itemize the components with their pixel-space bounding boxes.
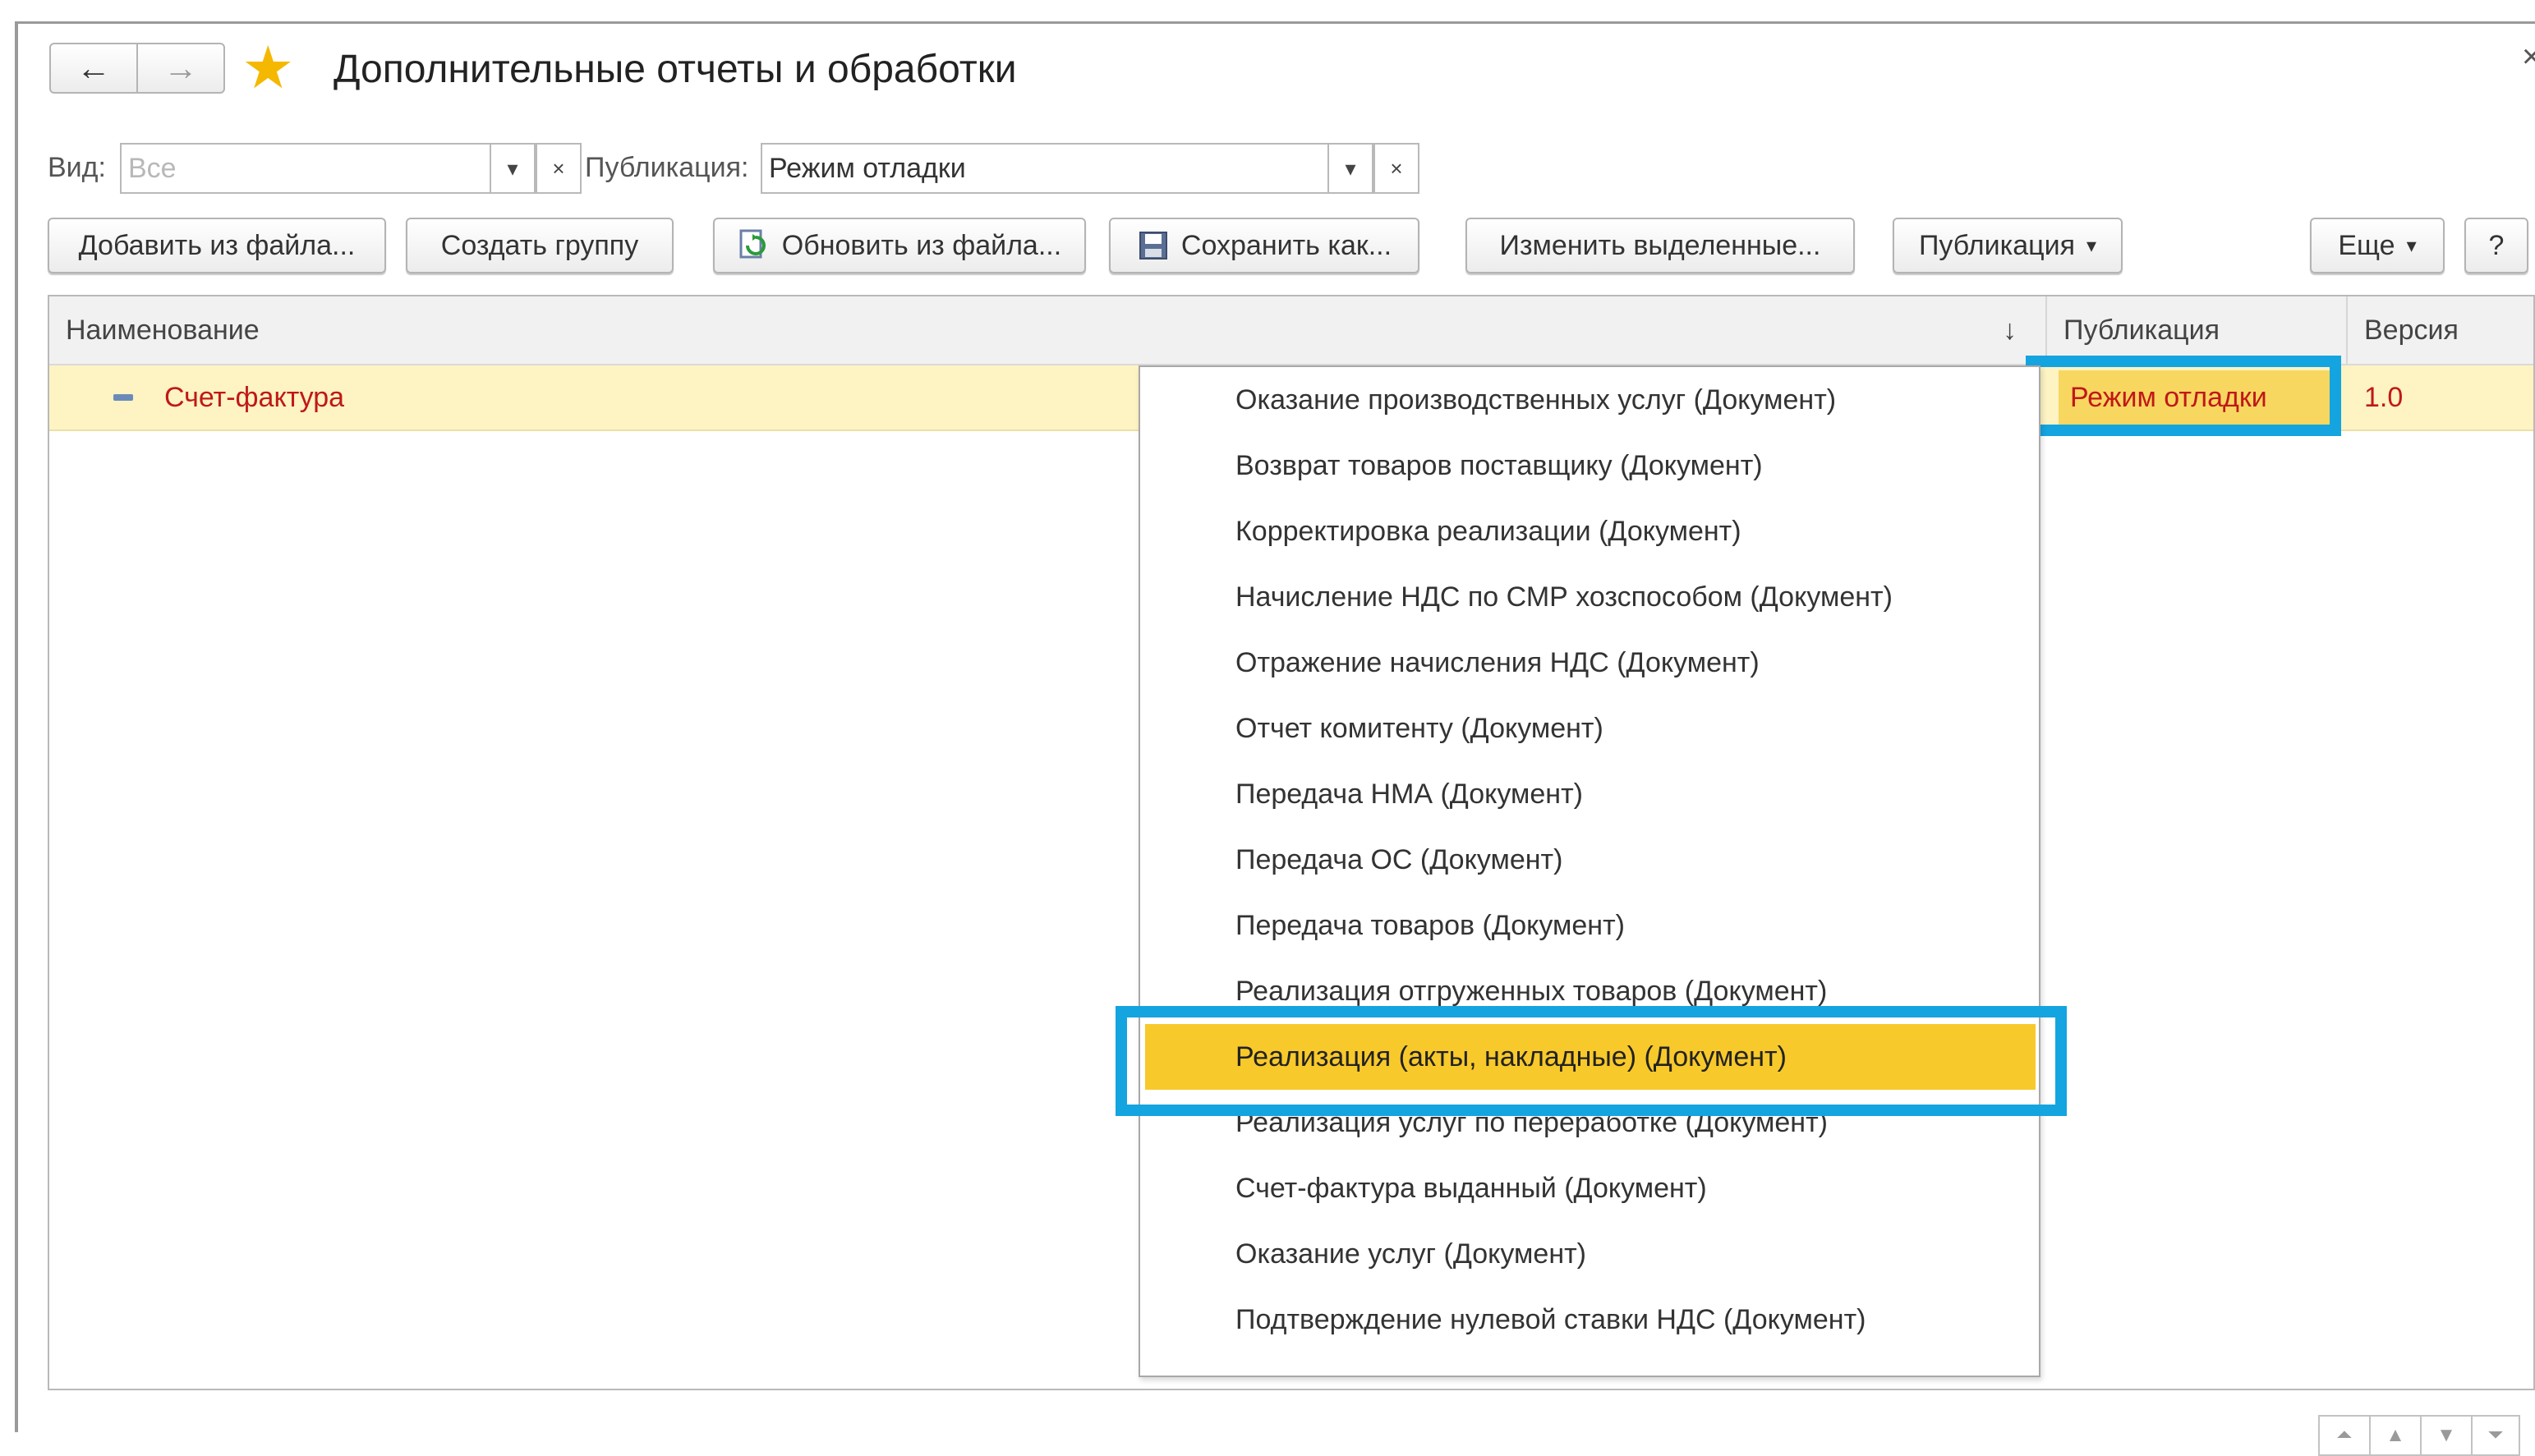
- column-header-version[interactable]: Версия: [2348, 296, 2535, 364]
- scroll-up-button[interactable]: ▲: [2369, 1415, 2422, 1456]
- kind-clear-button[interactable]: ×: [536, 143, 582, 194]
- create-group-label: Создать группу: [440, 229, 639, 261]
- column-header-version-label: Версия: [2364, 314, 2459, 346]
- navigation-buttons: ← →: [49, 43, 227, 94]
- scroll-first-button[interactable]: ⏶: [2318, 1415, 2371, 1456]
- publication-menu-label: Публикация: [1918, 229, 2075, 261]
- selected-item-highlight: [1116, 1006, 2067, 1116]
- column-header-publication[interactable]: Публикация: [2047, 296, 2346, 364]
- favorite-star-icon[interactable]: ★: [242, 39, 295, 98]
- kind-dropdown-button[interactable]: ▾: [490, 143, 536, 194]
- publication-label: Публикация:: [585, 152, 749, 183]
- dropdown-item[interactable]: Оказание услуг (Документ): [1140, 1221, 2039, 1287]
- column-header-name-label: Наименование: [66, 314, 260, 346]
- publication-field[interactable]: Режим отладки: [761, 143, 1329, 194]
- reports-window: ← → ★ Дополнительные отчеты и обработки …: [18, 24, 2535, 1456]
- column-header-name[interactable]: Наименование: [49, 296, 2045, 364]
- scroll-down-button[interactable]: ▼: [2420, 1415, 2473, 1456]
- more-menu-label: Еще: [2338, 229, 2395, 261]
- chevron-down-icon: ▾: [1345, 155, 1356, 181]
- publication-menu-button[interactable]: Публикация ▾: [1893, 218, 2123, 273]
- dropdown-item[interactable]: Счет-фактура выданный (Документ): [1140, 1155, 2039, 1221]
- kind-field[interactable]: Все: [120, 143, 491, 194]
- dropdown-item[interactable]: Корректировка реализации (Документ): [1140, 498, 2039, 564]
- scroll-last-icon: ⏷: [2487, 1424, 2504, 1446]
- dropdown-item[interactable]: Передача ОС (Документ): [1140, 827, 2039, 893]
- add-from-file-button[interactable]: Добавить из файла...: [48, 218, 386, 273]
- publication-clear-button[interactable]: ×: [1373, 143, 1419, 194]
- dropdown-item[interactable]: Начисление НДС по СМР хозспособом (Докум…: [1140, 564, 2039, 630]
- save-as-label: Сохранить как...: [1180, 229, 1392, 261]
- dropdown-item[interactable]: Подтверждение нулевой ставки НДС (Докуме…: [1140, 1287, 2039, 1353]
- scroll-up-icon: ▲: [2385, 1424, 2405, 1446]
- add-from-file-label: Добавить из файла...: [78, 229, 356, 261]
- arrow-right-icon: →: [163, 48, 198, 87]
- save-as-button[interactable]: Сохранить как...: [1109, 218, 1419, 273]
- clear-icon: ×: [552, 155, 565, 181]
- update-from-file-button[interactable]: Обновить из файла...: [713, 218, 1086, 273]
- dropdown-item[interactable]: Оказание производственных услуг (Докумен…: [1140, 367, 2039, 433]
- dropdown-item[interactable]: Отражение начисления НДС (Документ): [1140, 630, 2039, 696]
- dropdown-item[interactable]: Передача НМА (Документ): [1140, 761, 2039, 827]
- row-version-cell: 1.0: [2364, 381, 2404, 413]
- more-menu-button[interactable]: Еще ▾: [2310, 218, 2445, 273]
- window-title: Дополнительные отчеты и обработки: [334, 48, 1017, 91]
- back-button[interactable]: ←: [49, 43, 138, 94]
- column-header-publication-label: Публикация: [2063, 314, 2220, 346]
- help-icon: ?: [2488, 229, 2505, 261]
- forward-button[interactable]: →: [136, 43, 225, 94]
- publication-cell-highlight: [2026, 356, 2341, 436]
- scroll-last-button[interactable]: ⏷: [2471, 1415, 2520, 1456]
- close-icon[interactable]: ×: [2522, 39, 2535, 76]
- arrow-left-icon: ←: [76, 48, 111, 87]
- scroll-first-icon: ⏶: [2336, 1424, 2353, 1446]
- publication-dropdown-button[interactable]: ▾: [1327, 143, 1373, 194]
- create-group-button[interactable]: Создать группу: [406, 218, 674, 273]
- kind-label: Вид:: [48, 152, 106, 183]
- dropdown-item[interactable]: Возврат товаров поставщику (Документ): [1140, 433, 2039, 498]
- chevron-down-icon: ▾: [2406, 234, 2417, 257]
- sort-descending-icon: ↓: [2003, 314, 2017, 346]
- row-name-cell: Счет-фактура: [164, 381, 345, 413]
- document-type-dropdown[interactable]: Оказание производственных услуг (Докумен…: [1139, 365, 2040, 1377]
- save-icon: [1139, 232, 1167, 260]
- change-selected-button[interactable]: Изменить выделенные...: [1465, 218, 1855, 273]
- change-selected-label: Изменить выделенные...: [1499, 229, 1821, 261]
- dropdown-item[interactable]: Отчет комитенту (Документ): [1140, 696, 2039, 761]
- chevron-down-icon: ▾: [2086, 234, 2097, 257]
- dropdown-item[interactable]: Передача товаров (Документ): [1140, 893, 2039, 958]
- chevron-down-icon: ▾: [507, 155, 518, 181]
- update-file-icon: [739, 229, 766, 259]
- clear-icon: ×: [1390, 155, 1403, 181]
- help-button[interactable]: ?: [2464, 218, 2528, 273]
- sort-icon[interactable]: ↓: [1993, 296, 2045, 364]
- update-from-file-label: Обновить из файла...: [781, 229, 1062, 261]
- scroll-down-icon: ▼: [2436, 1424, 2456, 1446]
- collapse-icon[interactable]: [113, 365, 146, 429]
